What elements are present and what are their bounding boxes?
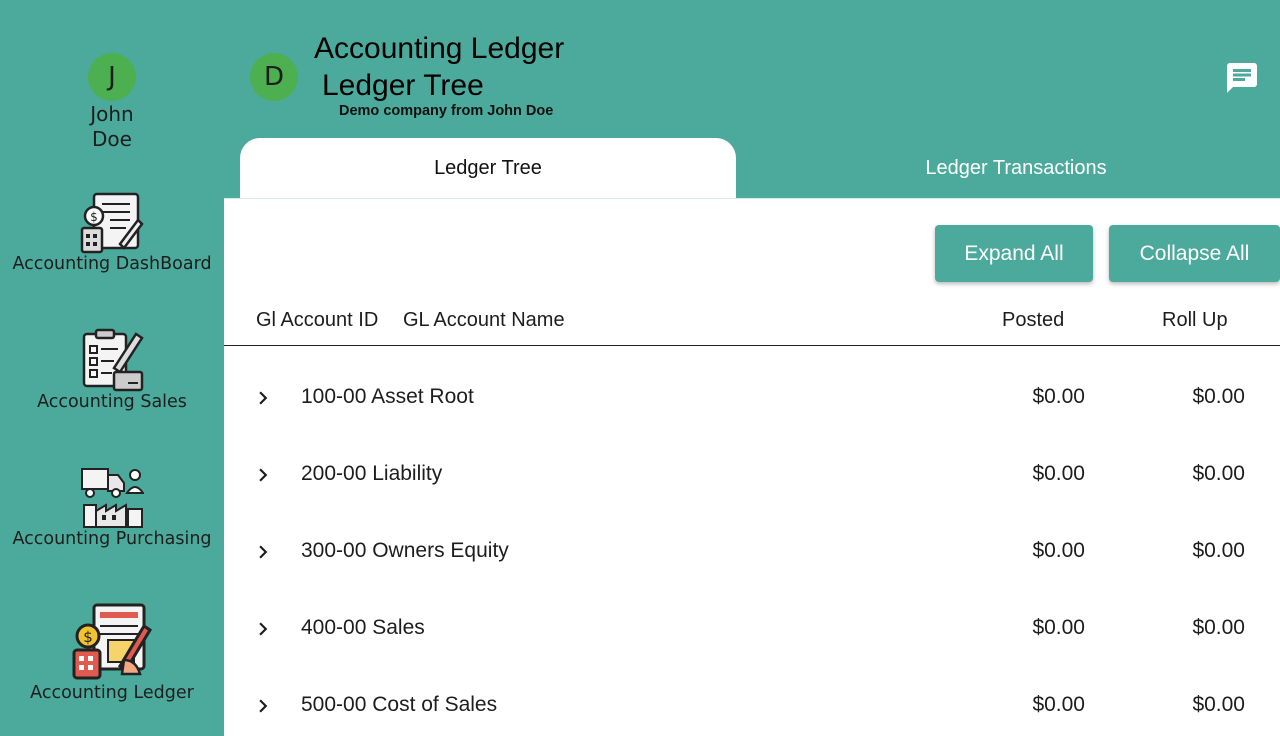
account-label: 400-00 Sales: [301, 616, 425, 639]
rollup-value: $0.00: [1192, 462, 1245, 485]
rollup-value: $0.00: [1192, 616, 1245, 639]
account-label: 200-00 Liability: [301, 462, 443, 485]
accounting-ledger-icon: $: [72, 603, 152, 680]
company-initial: D: [263, 62, 285, 92]
sidebar-item-accounting-dashboard[interactable]: $ Accounting DashBoard: [0, 190, 224, 280]
table-row[interactable]: 400-00 Sales $0.00 $0.00: [224, 590, 1280, 667]
sidebar-item-label: Accounting Ledger: [30, 683, 194, 703]
chevron-right-icon[interactable]: [250, 616, 276, 642]
accounting-sales-icon: [82, 328, 144, 392]
account-label: 300-00 Owners Equity: [301, 539, 509, 562]
accounting-purchasing-icon: [81, 468, 144, 528]
tab-label: Ledger Transactions: [925, 156, 1107, 179]
ledger-tree-panel: Expand All Collapse All Gl Account ID GL…: [224, 198, 1280, 736]
sidebar-item-accounting-sales[interactable]: Accounting Sales: [0, 328, 224, 418]
sidebar-item-label: Accounting Purchasing: [12, 529, 212, 549]
tab-label: Ledger Tree: [434, 156, 542, 179]
column-header-posted: Posted: [1002, 309, 1065, 331]
rollup-value: $0.00: [1192, 539, 1245, 562]
column-header-account-id: Gl Account ID: [256, 309, 379, 331]
posted-value: $0.00: [1032, 616, 1085, 639]
page-title: Accounting Ledger: [314, 32, 565, 65]
rollup-value: $0.00: [1192, 693, 1245, 716]
accounting-dashboard-icon: $: [80, 192, 144, 254]
sidebar-item-accounting-purchasing[interactable]: Accounting Purchasing: [0, 465, 224, 555]
chevron-right-icon[interactable]: [250, 693, 276, 719]
chat-button[interactable]: [1222, 58, 1262, 98]
company-description: Demo company from John Doe: [339, 103, 554, 119]
chevron-right-icon[interactable]: [250, 462, 276, 488]
chevron-right-icon[interactable]: [250, 385, 276, 411]
account-label: 500-00 Cost of Sales: [301, 693, 498, 716]
sidebar-item-accounting-ledger[interactable]: $ Accounting Ledger: [0, 602, 224, 712]
user-initial: J: [108, 62, 116, 92]
sidebar-item-label: Accounting Sales: [37, 392, 187, 412]
tab-ledger-tree[interactable]: Ledger Tree: [240, 138, 736, 198]
header-divider: [224, 345, 1280, 346]
company-avatar[interactable]: D: [250, 53, 298, 101]
collapse-all-button[interactable]: Collapse All: [1109, 225, 1280, 282]
posted-value: $0.00: [1032, 462, 1085, 485]
table-row[interactable]: 100-00 Asset Root $0.00 $0.00: [224, 359, 1280, 436]
posted-value: $0.00: [1032, 693, 1085, 716]
page-subtitle-view: Ledger Tree: [322, 69, 484, 102]
chat-icon: [1227, 63, 1257, 93]
posted-value: $0.00: [1032, 539, 1085, 562]
chevron-right-icon[interactable]: [250, 539, 276, 565]
table-row[interactable]: 300-00 Owners Equity $0.00 $0.00: [224, 513, 1280, 590]
sidebar-item-label: Accounting DashBoard: [12, 254, 212, 274]
posted-value: $0.00: [1032, 385, 1085, 408]
column-header-roll-up: Roll Up: [1162, 309, 1228, 331]
rollup-value: $0.00: [1192, 385, 1245, 408]
user-avatar[interactable]: J: [88, 53, 136, 101]
account-label: 100-00 Asset Root: [301, 385, 474, 408]
table-row[interactable]: 500-00 Cost of Sales $0.00 $0.00: [224, 667, 1280, 736]
user-name: John Doe: [90, 102, 134, 151]
tab-ledger-transactions[interactable]: Ledger Transactions: [752, 138, 1280, 198]
table-row[interactable]: 200-00 Liability $0.00 $0.00: [224, 436, 1280, 513]
svg-text:$: $: [90, 210, 98, 224]
svg-text:$: $: [83, 628, 93, 646]
expand-all-button[interactable]: Expand All: [935, 225, 1093, 282]
column-header-account-name: GL Account Name: [403, 309, 565, 331]
sidebar: J John Doe $ Accounting DashBoard Accoun…: [0, 0, 224, 736]
